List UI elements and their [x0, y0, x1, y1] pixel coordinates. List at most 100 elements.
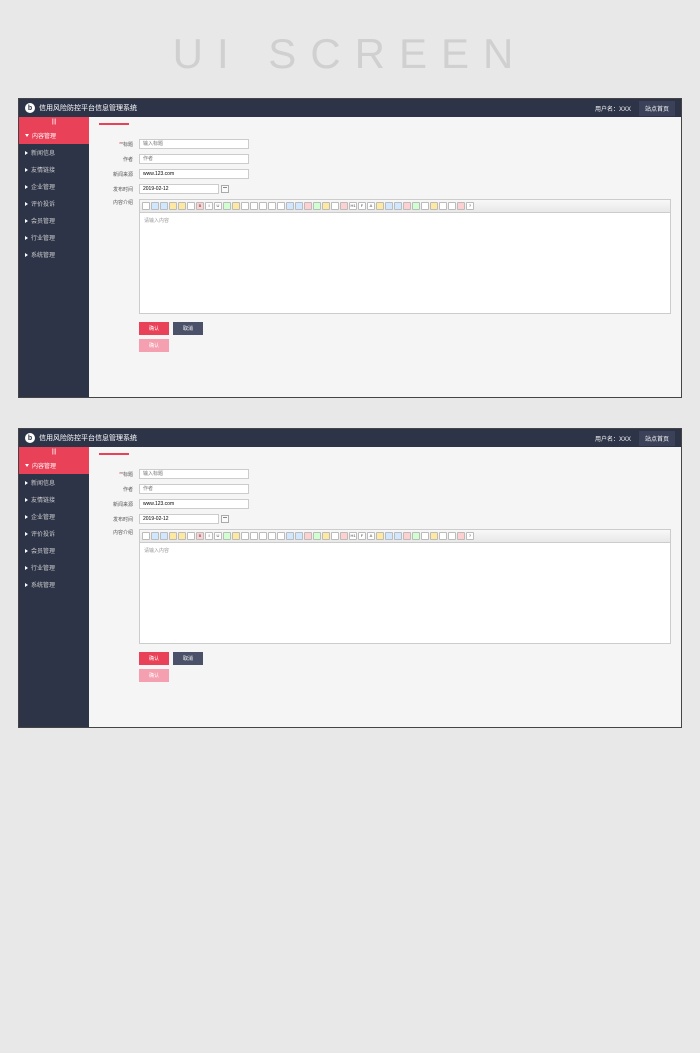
anchor-icon[interactable]	[448, 202, 456, 210]
size-icon[interactable]: A	[367, 202, 375, 210]
italic-icon[interactable]: I	[205, 532, 213, 540]
calendar-icon[interactable]	[221, 185, 229, 193]
copy-icon[interactable]	[178, 202, 186, 210]
sidebar-item-news[interactable]: 新闻信息	[19, 144, 89, 161]
redo-icon[interactable]	[160, 532, 168, 540]
indent-icon[interactable]	[286, 202, 294, 210]
outdent-icon[interactable]	[295, 202, 303, 210]
calendar-icon[interactable]	[221, 515, 229, 523]
sidebar-item-content[interactable]: 内容管理	[19, 127, 89, 144]
author-input[interactable]	[139, 154, 249, 164]
sidebar-item-news[interactable]: 新闻信息	[19, 474, 89, 491]
source-input[interactable]	[139, 169, 249, 179]
hr-icon[interactable]	[376, 202, 384, 210]
title-input[interactable]	[139, 469, 249, 479]
sup-icon[interactable]	[394, 532, 402, 540]
h1-icon[interactable]: H1	[349, 532, 357, 540]
print-icon[interactable]	[457, 202, 465, 210]
sidebar-collapse-icon[interactable]: |||	[19, 117, 89, 127]
sub-icon[interactable]	[385, 532, 393, 540]
list-ul-icon[interactable]	[277, 202, 285, 210]
title-input[interactable]	[139, 139, 249, 149]
list-ol-icon[interactable]	[268, 202, 276, 210]
outdent-icon[interactable]	[295, 532, 303, 540]
anchor-icon[interactable]	[448, 532, 456, 540]
sidebar-item-links[interactable]: 友情链接	[19, 491, 89, 508]
font-icon[interactable]: F	[358, 202, 366, 210]
bg-icon[interactable]	[232, 532, 240, 540]
sidebar-item-system[interactable]: 系统管理	[19, 246, 89, 263]
sidebar-item-review[interactable]: 评价投诉	[19, 195, 89, 212]
indent-icon[interactable]	[286, 532, 294, 540]
map-icon[interactable]	[430, 202, 438, 210]
table-icon[interactable]	[331, 202, 339, 210]
underline-icon[interactable]: U	[214, 532, 222, 540]
redo-icon[interactable]	[160, 202, 168, 210]
sub-icon[interactable]	[385, 202, 393, 210]
undo-icon[interactable]	[151, 532, 159, 540]
code-icon[interactable]	[412, 532, 420, 540]
home-link[interactable]: 站点首页	[639, 101, 675, 116]
align-left-icon[interactable]	[241, 532, 249, 540]
link-icon[interactable]	[304, 532, 312, 540]
color-icon[interactable]	[223, 532, 231, 540]
fullscreen-icon[interactable]	[340, 202, 348, 210]
image-icon[interactable]	[313, 532, 321, 540]
cut-icon[interactable]	[169, 532, 177, 540]
confirm-button[interactable]: 确认	[139, 652, 169, 665]
sup-icon[interactable]	[394, 202, 402, 210]
sidebar-item-links[interactable]: 友情链接	[19, 161, 89, 178]
sidebar-item-company[interactable]: 企业管理	[19, 178, 89, 195]
cut-icon[interactable]	[169, 202, 177, 210]
date-input[interactable]	[139, 514, 219, 524]
cancel-button[interactable]: 取消	[173, 322, 203, 335]
code-icon[interactable]	[412, 202, 420, 210]
source-input[interactable]	[139, 499, 249, 509]
align-center-icon[interactable]	[250, 532, 258, 540]
list-ul-icon[interactable]	[277, 532, 285, 540]
html-icon[interactable]	[142, 532, 150, 540]
size-icon[interactable]: A	[367, 532, 375, 540]
editor-body[interactable]: 请输入内容	[140, 543, 670, 643]
undo-icon[interactable]	[151, 202, 159, 210]
link-icon[interactable]	[304, 202, 312, 210]
quote-icon[interactable]	[403, 532, 411, 540]
date-icon[interactable]	[439, 532, 447, 540]
h1-icon[interactable]: H1	[349, 202, 357, 210]
cancel-button[interactable]: 取消	[173, 652, 203, 665]
confirm-button-alt[interactable]: 确认	[139, 339, 169, 352]
hr-icon[interactable]	[376, 532, 384, 540]
bold-icon[interactable]: B	[196, 532, 204, 540]
align-center-icon[interactable]	[250, 202, 258, 210]
underline-icon[interactable]: U	[214, 202, 222, 210]
paste-icon[interactable]	[187, 202, 195, 210]
sidebar-item-company[interactable]: 企业管理	[19, 508, 89, 525]
video-icon[interactable]	[421, 202, 429, 210]
editor-body[interactable]: 请输入内容	[140, 213, 670, 313]
sidebar-item-system[interactable]: 系统管理	[19, 576, 89, 593]
color-icon[interactable]	[223, 202, 231, 210]
map-icon[interactable]	[430, 532, 438, 540]
list-ol-icon[interactable]	[268, 532, 276, 540]
bg-icon[interactable]	[232, 202, 240, 210]
video-icon[interactable]	[421, 532, 429, 540]
help-icon[interactable]: ?	[466, 532, 474, 540]
image-icon[interactable]	[313, 202, 321, 210]
sidebar-item-review[interactable]: 评价投诉	[19, 525, 89, 542]
sidebar-item-industry[interactable]: 行业管理	[19, 229, 89, 246]
align-right-icon[interactable]	[259, 532, 267, 540]
html-icon[interactable]	[142, 202, 150, 210]
align-right-icon[interactable]	[259, 202, 267, 210]
align-left-icon[interactable]	[241, 202, 249, 210]
copy-icon[interactable]	[178, 532, 186, 540]
quote-icon[interactable]	[403, 202, 411, 210]
emoji-icon[interactable]	[322, 532, 330, 540]
help-icon[interactable]: ?	[466, 202, 474, 210]
fullscreen-icon[interactable]	[340, 532, 348, 540]
sidebar-item-member[interactable]: 会员管理	[19, 212, 89, 229]
table-icon[interactable]	[331, 532, 339, 540]
sidebar-item-industry[interactable]: 行业管理	[19, 559, 89, 576]
date-input[interactable]	[139, 184, 219, 194]
print-icon[interactable]	[457, 532, 465, 540]
font-icon[interactable]: F	[358, 532, 366, 540]
